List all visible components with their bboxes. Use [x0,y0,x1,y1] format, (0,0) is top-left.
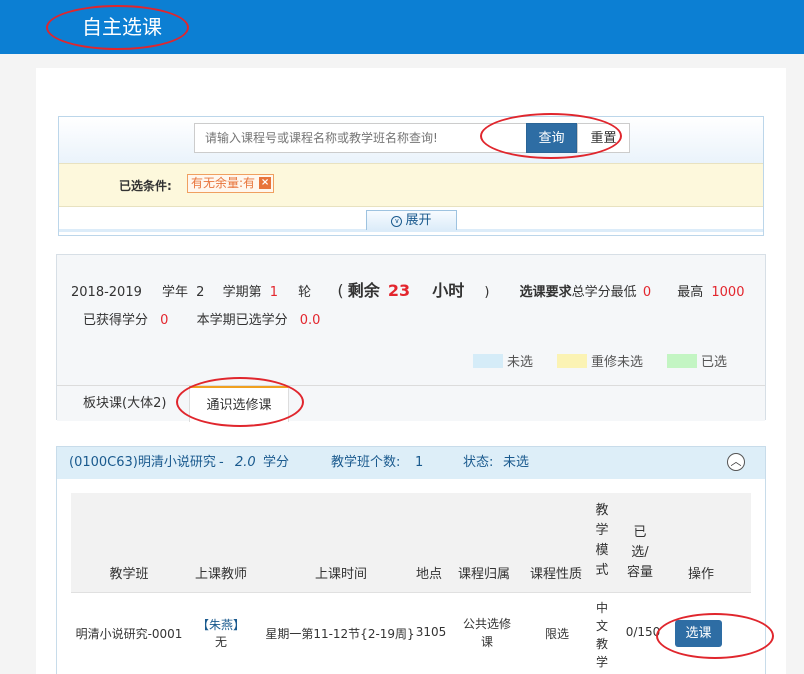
header-mode: 教学模式 [595,503,609,578]
xuenian-value: 2 [196,285,205,300]
header-nature: 课程性质 [529,567,582,582]
course-code-name: (0100C63)明清小说研究 [69,455,216,470]
remove-tag-icon[interactable]: × [259,177,272,189]
max-label: 最高 [677,285,704,300]
course-credit-unit: 学分 [263,455,290,470]
header-teacher: 上课教师 [194,567,247,582]
reset-button[interactable]: 重置 [577,123,630,153]
cell-capacity: 0/150 [625,625,661,639]
cell-teacher: 【朱燕】 无 [189,617,253,651]
header-place: 地点 [415,567,442,582]
term-info: 2018-2019 学年 2 学期第 1 轮 ( 剩余 23 小时 ) 选课要求… [71,277,744,301]
min-label: 总学分最低 [571,285,637,300]
course-panel: (0100C63)明清小说研究 - 2.0 学分 教学班个数: 1 状态: 未选… [56,446,766,674]
condition-tag-label: 有无余量:有 [191,176,256,190]
status-value: 未选 [503,455,530,470]
header-time: 上课时间 [314,567,367,582]
main-panel: 查询 重置 已选条件: 有无余量:有 × ∨展开 2018-2019 学年 2 … [36,68,786,674]
term-label: 学期第 [222,285,262,300]
teacher-title: 无 [214,635,227,649]
legend-label: 重修未选 [591,355,644,370]
header-class: 教学班 [109,567,149,582]
search-panel: 查询 重置 已选条件: 有无余量:有 × ∨展开 [58,116,764,236]
header-belong: 课程归属 [457,567,510,582]
class-count-label: 教学班个数: [331,455,401,470]
credit-info: 已获得学分 0 本学期已选学分 0.0 [83,309,320,328]
expand-button[interactable]: ∨ 展开 [366,210,457,230]
search-input[interactable] [194,123,529,153]
condition-tag[interactable]: 有无余量:有 × [187,174,275,193]
selection-info-panel: 2018-2019 学年 2 学期第 1 轮 ( 剩余 23 小时 ) 选课要求… [56,254,766,422]
selected-conditions-label: 已选条件: [119,179,172,193]
status-label: 状态: [463,455,494,470]
course-dash: - [219,455,224,470]
round-label: 轮 [298,285,312,300]
chevron-up-icon[interactable]: ︿ [727,453,745,471]
requirement-label: 选课要求 [519,285,572,300]
top-bar: 自主选课 [0,0,804,54]
cell-time: 星期一第11-12节{2-19周} [265,627,415,641]
term-selected-value: 0.0 [299,313,321,328]
tab-block-course[interactable]: 板块课(大体2) [83,386,166,422]
legend-label: 未选 [507,355,534,370]
teacher-name-link[interactable]: 【朱燕】 [189,617,253,634]
remaining-value: 23 [387,281,411,300]
xuenian-label: 学年 [162,285,189,300]
legend-selected: 已选 [667,351,727,370]
remaining-label: 剩余 [347,281,380,300]
academic-year: 2018-2019 [71,285,142,300]
hours-label: 小时 [432,281,465,300]
earned-value: 0 [160,313,169,328]
chevron-down-icon: ∨ [391,216,403,227]
open-paren: ( [337,281,344,300]
table-header: 教学班 上课教师 上课时间 地点 课程归属 课程性质 教学模式 已选/容量 操作 [71,493,751,593]
expand-label: 展开 [405,213,432,228]
cell-class: 明清小说研究-0001 [75,627,183,641]
term-selected-label: 本学期已选学分 [196,313,288,328]
class-count: 1 [415,455,424,470]
legend-swatch [557,354,587,368]
cell-mode: 中文教学 [595,601,608,669]
cell-nature: 限选 [544,627,569,641]
legend-unselected: 未选 [473,351,533,370]
max-value: 1000 [711,285,745,300]
legend-label: 已选 [701,355,728,370]
page-title: 自主选课 [82,15,162,39]
header-capacity: 已选/容量 [626,525,653,580]
course-header[interactable]: (0100C63)明清小说研究 - 2.0 学分 教学班个数: 1 状态: 未选… [57,447,765,479]
legend-swatch [667,354,697,368]
course-credit: 2.0 [235,455,256,470]
earned-label: 已获得学分 [83,313,149,328]
term-value: 1 [269,285,279,300]
select-course-button[interactable]: 选课 [675,620,722,647]
cell-belong: 公共选修课 [462,617,511,649]
tab-general-elective[interactable]: 通识选修课 [189,386,289,422]
close-paren: ) [484,285,490,300]
table-row: 明清小说研究-0001 【朱燕】 无 星期一第11-12节{2-19周} 310… [71,593,751,674]
selected-conditions-row: 已选条件: 有无余量:有 × [59,163,763,207]
header-action: 操作 [687,567,714,582]
legend-swatch [473,354,503,368]
query-button[interactable]: 查询 [526,123,577,153]
course-type-tabs: 板块课(大体2) 通识选修课 [57,385,765,422]
cell-place: 3105 [415,625,447,639]
legend-retake: 重修未选 [557,351,643,370]
min-value: 0 [642,285,652,300]
